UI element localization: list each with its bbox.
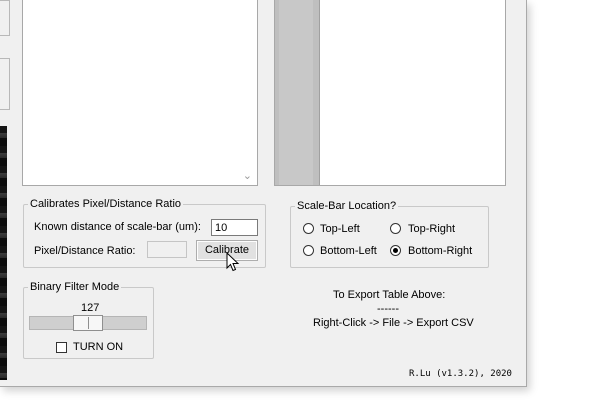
left-panel-edge <box>0 0 10 386</box>
table-scrollbar[interactable] <box>275 0 320 185</box>
version-footer: R.Lu (v1.3.2), 2020 <box>409 369 512 379</box>
results-table[interactable] <box>274 0 506 186</box>
radio-bottom-right[interactable] <box>390 245 401 256</box>
known-distance-label: Known distance of scale-bar (um): <box>34 221 201 233</box>
file-list-box[interactable]: ⌄ <box>22 0 258 186</box>
radio-bottom-left-label[interactable]: Bottom-Left <box>320 245 377 257</box>
threshold-slider-thumb[interactable] <box>72 315 103 331</box>
pixel-distance-ratio-label: Pixel/Distance Ratio: <box>34 245 136 257</box>
mouse-cursor-icon <box>226 252 240 272</box>
pixel-distance-ratio-field <box>147 241 187 258</box>
left-panel-button-middle[interactable] <box>0 58 10 110</box>
export-hint-instructions: Right-Click -> File -> Export CSV <box>313 317 474 329</box>
radio-bottom-left[interactable] <box>303 245 314 256</box>
radio-top-right[interactable] <box>390 223 401 234</box>
radio-top-left-label[interactable]: Top-Left <box>320 223 360 235</box>
turn-on-label[interactable]: TURN ON <box>73 341 123 353</box>
radio-top-left[interactable] <box>303 223 314 234</box>
radio-top-right-label[interactable]: Top-Right <box>408 223 455 235</box>
export-hint-divider: ------ <box>377 303 399 315</box>
turn-on-checkbox[interactable] <box>56 342 67 353</box>
radio-bottom-right-label[interactable]: Bottom-Right <box>408 245 472 257</box>
export-hint-title: To Export Table Above: <box>333 289 446 301</box>
chevron-down-icon[interactable]: ⌄ <box>243 169 252 182</box>
binary-filter-legend: Binary Filter Mode <box>30 281 120 293</box>
image-preview-edge <box>0 126 7 380</box>
table-scrollbar-thumb[interactable] <box>279 0 313 185</box>
threshold-value-label: 127 <box>81 302 100 314</box>
app-window: ⌄ Calibrates Pixel/Distance Ratio Known … <box>0 0 527 387</box>
left-panel-button-top[interactable] <box>0 0 10 36</box>
known-distance-input[interactable] <box>211 219 258 236</box>
calibration-legend: Calibrates Pixel/Distance Ratio <box>30 198 182 210</box>
scale-bar-legend: Scale-Bar Location? <box>297 200 397 212</box>
